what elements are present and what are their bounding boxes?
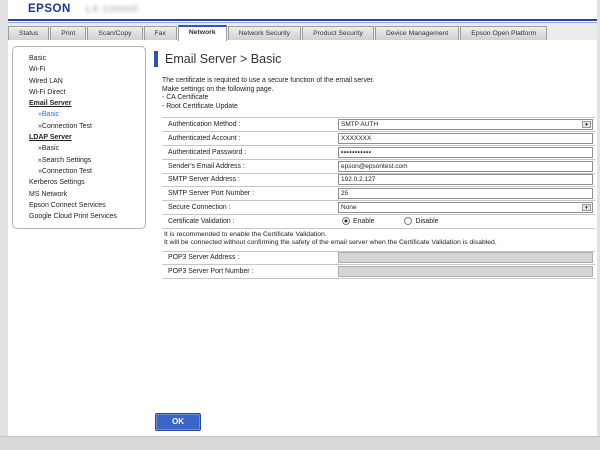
row-authentication-method: Authentication Method : SMTP AUTH ▼: [162, 118, 595, 132]
dropdown-arrow-icon[interactable]: ▼: [582, 204, 591, 211]
intro-line: Make settings on the following page.: [162, 86, 595, 95]
smtp-server-port-input[interactable]: [338, 188, 593, 199]
header-divider: [8, 19, 597, 21]
sidebar-item-epson-connect-services[interactable]: Epson Connect Services: [13, 200, 145, 211]
main-area: Basic Wi-Fi Wired LAN Wi-Fi Direct Email…: [8, 40, 597, 437]
pop3-server-address-input: [338, 252, 593, 263]
disable-label: Disable: [415, 218, 438, 225]
bottom-status-strip: [0, 436, 600, 450]
dropdown-arrow-icon[interactable]: ▼: [582, 121, 591, 128]
title-accent-bar: [154, 51, 158, 67]
tab-status[interactable]: Status: [8, 26, 49, 40]
tab-scan-copy[interactable]: Scan/Copy: [87, 26, 142, 40]
row-pop3-server-port: POP3 Server Port Number :: [162, 265, 595, 279]
certificate-validation-label: Certificate Validation :: [162, 218, 338, 225]
sidebar-item-email-server-connection-test[interactable]: »Connection Test: [13, 121, 145, 132]
page-title-row: Email Server > Basic: [154, 50, 595, 68]
page-title: Email Server > Basic: [165, 52, 281, 66]
sidebar-item-email-server-basic[interactable]: »Basic: [13, 109, 145, 120]
radio-unselected-icon[interactable]: [404, 217, 412, 225]
tab-device-management[interactable]: Device Management: [375, 26, 459, 40]
row-pop3-server-address: POP3 Server Address :: [162, 252, 595, 266]
email-server-basic-panel: Email Server > Basic The certificate is …: [154, 50, 595, 279]
tab-print[interactable]: Print: [50, 26, 86, 40]
intro-line: - Root Certificate Update: [162, 103, 595, 112]
sidebar-section-ldap-server[interactable]: LDAP Server: [13, 132, 145, 143]
radio-selected-icon[interactable]: [342, 217, 350, 225]
tab-product-security[interactable]: Product Security: [302, 26, 374, 40]
authenticated-account-input[interactable]: [338, 133, 593, 144]
header: EPSON LX-10000F: [8, 0, 597, 19]
note-line: It is recommended to enable the Certific…: [164, 231, 595, 239]
pop3-server-port-label: POP3 Server Port Number :: [162, 268, 338, 275]
note-line: It will be connected without confirming …: [164, 239, 595, 247]
authentication-method-label: Authentication Method :: [162, 121, 338, 128]
sidebar-item-ldap-connection-test[interactable]: »Connection Test: [13, 166, 145, 177]
pop3-server-address-label: POP3 Server Address :: [162, 254, 338, 261]
email-server-form: Authentication Method : SMTP AUTH ▼ Auth…: [162, 117, 595, 279]
authenticated-password-input[interactable]: [338, 147, 593, 158]
sidebar-item-kerberos-settings[interactable]: Kerberos Settings: [13, 177, 145, 188]
network-sidebar: Basic Wi-Fi Wired LAN Wi-Fi Direct Email…: [12, 46, 146, 229]
smtp-server-port-label: SMTP Server Port Number :: [162, 190, 338, 197]
row-smtp-server-port: SMTP Server Port Number :: [162, 187, 595, 201]
certificate-validation-enable-option[interactable]: Enable: [342, 217, 374, 225]
sidebar-item-wired-lan[interactable]: Wired LAN: [13, 76, 145, 87]
intro-text: The certificate is required to use a sec…: [162, 77, 595, 111]
sidebar-item-ms-network[interactable]: MS Network: [13, 189, 145, 200]
row-sender-email: Sender's Email Address :: [162, 160, 595, 174]
printer-model-redacted: LX-10000F: [86, 4, 140, 14]
secure-connection-value: None: [341, 204, 357, 211]
enable-label: Enable: [353, 218, 374, 225]
sidebar-item-ldap-search-settings[interactable]: »Search Settings: [13, 155, 145, 166]
sidebar-item-google-cloud-print-services[interactable]: Google Cloud Print Services: [13, 211, 145, 222]
sender-email-input[interactable]: [338, 161, 593, 172]
certificate-validation-radio-group: Enable Disable: [338, 217, 438, 225]
secure-connection-label: Secure Connection :: [162, 204, 338, 211]
intro-line: The certificate is required to use a sec…: [162, 77, 595, 86]
sidebar-item-ldap-basic[interactable]: »Basic: [13, 143, 145, 154]
tab-epson-open-platform[interactable]: Epson Open Platform: [460, 26, 547, 40]
secure-connection-select[interactable]: None ▼: [338, 202, 593, 213]
authentication-method-value: SMTP AUTH: [341, 121, 378, 128]
tab-fax[interactable]: Fax: [144, 26, 177, 40]
browser-content: EPSON LX-10000F Status Print Scan/Copy F…: [8, 0, 597, 437]
sidebar-item-wifi[interactable]: Wi-Fi: [13, 64, 145, 75]
top-tab-bar: Status Print Scan/Copy Fax Network Netwo…: [8, 23, 597, 41]
pop3-server-port-input: [338, 266, 593, 277]
sender-email-label: Sender's Email Address :: [162, 163, 338, 170]
sidebar-item-basic[interactable]: Basic: [13, 53, 145, 64]
row-certificate-validation: Certificate Validation : Enable Disable: [162, 215, 595, 229]
tab-network[interactable]: Network: [178, 25, 227, 41]
row-secure-connection: Secure Connection : None ▼: [162, 201, 595, 215]
authenticated-password-label: Authenticated Password :: [162, 149, 338, 156]
web-config-page: EPSON LX-10000F Status Print Scan/Copy F…: [0, 0, 600, 450]
intro-line: - CA Certificate: [162, 94, 595, 103]
tab-network-security[interactable]: Network Security: [228, 26, 301, 40]
ok-button[interactable]: OK: [155, 413, 201, 431]
row-authenticated-account: Authenticated Account :: [162, 132, 595, 146]
sidebar-section-email-server[interactable]: Email Server: [13, 98, 145, 109]
certificate-validation-note: It is recommended to enable the Certific…: [162, 229, 595, 252]
authentication-method-select[interactable]: SMTP AUTH ▼: [338, 119, 593, 130]
row-authenticated-password: Authenticated Password :: [162, 146, 595, 160]
sidebar-item-wifi-direct[interactable]: Wi-Fi Direct: [13, 87, 145, 98]
smtp-server-address-input[interactable]: [338, 174, 593, 185]
row-smtp-server-address: SMTP Server Address :: [162, 174, 595, 188]
certificate-validation-disable-option[interactable]: Disable: [404, 217, 438, 225]
authenticated-account-label: Authenticated Account :: [162, 135, 338, 142]
smtp-server-address-label: SMTP Server Address :: [162, 176, 338, 183]
epson-logo: EPSON: [28, 3, 71, 15]
